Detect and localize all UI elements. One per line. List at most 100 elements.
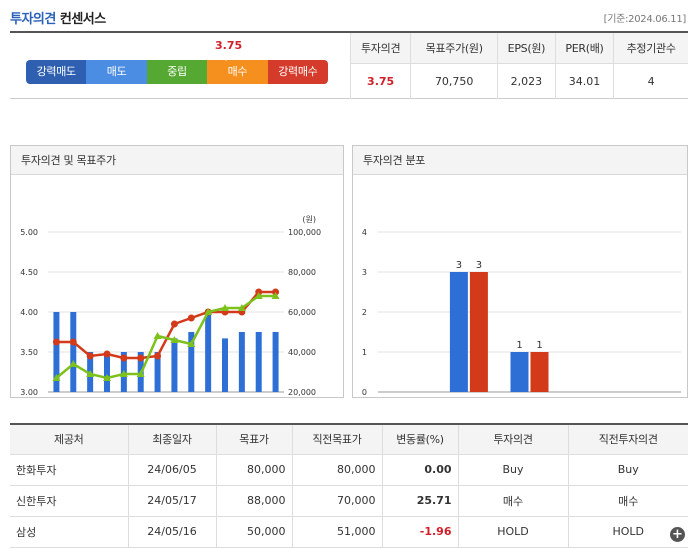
change-cell: 0.00: [381, 454, 458, 486]
target-price-point: [154, 352, 162, 360]
bar-value-label: 1: [536, 340, 542, 351]
gauge-value: 3.75: [215, 39, 243, 52]
opinion-distribution-chart: 43210강력매수매수33중립11매도강력매도현재한달전: [362, 228, 681, 421]
current-bar: [449, 272, 468, 392]
summary-header: EPS(원): [497, 33, 556, 64]
summary-eps: 2,023: [497, 63, 556, 99]
change-cell: -1.96: [381, 516, 458, 548]
panel-title: 투자의견 및 목표주가: [11, 146, 343, 175]
page-header: 투자의견 컨센서스 [기준:2024.06.11]: [0, 0, 690, 32]
date-cell: 24/05/17: [127, 485, 216, 517]
gauge-seg-strong-buy: 강력매수: [267, 60, 329, 84]
opinion-bar: [104, 352, 110, 392]
date-cell: 24/05/16: [127, 516, 216, 548]
opinion-cell: Buy: [457, 454, 568, 486]
broker-header: 변동률(%): [381, 424, 458, 455]
target-price-point: [52, 338, 60, 346]
y-right-tick-label: 100,000: [288, 228, 321, 237]
provider-cell: 삼성: [10, 516, 128, 548]
opinion-target-panel: 투자의견 및 목표주가 5.00 4.50 4.00 3.50 3.00 100,000 8…: [10, 145, 344, 421]
y-left-tick-label: 4.00: [20, 308, 38, 317]
gauge-seg-sell: 매도: [86, 60, 147, 84]
summary-target: 70,750: [410, 63, 498, 99]
target-price-point: [103, 350, 111, 358]
prev-opinion-cell: 매수: [567, 485, 688, 517]
target-price-point: [170, 320, 178, 328]
target-price-point: [86, 352, 94, 360]
opinion-bar: [272, 332, 279, 392]
page-title: 투자의견 컨센서스: [10, 8, 106, 27]
opinion-bar: [171, 338, 178, 392]
y-right-unit-label: (원): [302, 215, 316, 224]
gauge-seg-neutral: 중립: [146, 60, 208, 84]
summary-per: 34.01: [554, 63, 614, 99]
title-part2: 컨센서스: [59, 12, 106, 27]
target-price-point: [137, 354, 145, 362]
broker-header: 직전투자의견: [567, 424, 688, 455]
summary-header: 추정기관수: [613, 33, 688, 64]
opinion-bar: [255, 332, 262, 392]
table-row: 삼성 24/05/16 50,000 51,000 -1.96 HOLD HOLD: [10, 516, 688, 548]
month-ago-bar: [469, 272, 488, 392]
target-cell: 88,000: [215, 485, 292, 517]
broker-header: 최종일자: [127, 424, 216, 455]
y-left-tick-label: 3.50: [20, 348, 38, 357]
broker-header: 직전목표가: [291, 424, 382, 455]
reference-date: [기준:2024.06.11]: [603, 14, 687, 25]
y-left-tick-label: 3.00: [20, 388, 38, 397]
y-tick-label: 1: [362, 348, 367, 357]
table-row: 신한투자 24/05/17 88,000 70,000 25.71 매수 매수: [10, 485, 688, 517]
summary-header: 목표주가(원): [410, 33, 498, 64]
change-cell: 25.71: [381, 485, 458, 517]
y-right-tick-label: 20,000: [288, 388, 316, 397]
y-tick-label: 3: [362, 268, 367, 277]
gauge-seg-strong-sell: 강력매도: [26, 60, 87, 84]
summary-table: 투자의견 목표주가(원) EPS(원) PER(배) 추정기관수 3.75 70…: [349, 33, 688, 99]
prev-target-cell: 51,000: [291, 516, 382, 548]
opinion-bar: [222, 338, 228, 392]
provider-cell: 신한투자: [10, 485, 128, 517]
target-cell: 80,000: [215, 454, 292, 486]
month-ago-bar: [530, 352, 549, 392]
opinion-gauge: 강력매도 매도 중립 매수 강력매수: [26, 60, 329, 84]
y-tick-label: 0: [362, 388, 367, 397]
date-cell: 24/06/05: [127, 454, 216, 486]
broker-header: 제공처: [10, 424, 128, 455]
provider-cell: 한화투자: [10, 454, 128, 486]
summary-header: 투자의견: [349, 33, 411, 64]
y-tick-label: 4: [362, 228, 367, 237]
target-cell: 50,000: [215, 516, 292, 548]
table-row: 한화투자 24/06/05 80,000 80,000 0.00 Buy Buy: [10, 454, 688, 486]
opinion-cell: 매수: [457, 485, 568, 517]
y-left-tick-label: 4.50: [20, 268, 38, 277]
y-right-tick-label: 80,000: [288, 268, 316, 277]
prev-target-cell: 80,000: [291, 454, 382, 486]
broker-table: 제공처 최종일자 목표가 직전목표가 변동률(%) 투자의견 직전투자의견 한화투자 24/0…: [10, 423, 688, 548]
opinion-distribution-panel: 투자의견 분포 43210강력매수매수33중립11매도강력매도현재한달전: [352, 145, 688, 421]
plus-circle-icon[interactable]: +: [670, 527, 685, 542]
opinion-cell: HOLD: [457, 516, 568, 548]
panel-title: 투자의견 분포: [353, 146, 687, 175]
summary-header: PER(배): [554, 33, 614, 64]
summary-opinion: 3.75: [349, 63, 411, 99]
target-price-point: [187, 314, 195, 322]
opinion-target-chart: 5.00 4.50 4.00 3.50 3.00 100,000 80,000 60,000 4…: [20, 215, 321, 421]
broker-header: 목표가: [215, 424, 292, 455]
gauge-seg-buy: 매수: [207, 60, 268, 84]
gauge-marker-icon: [222, 55, 230, 61]
prev-opinion-cell: Buy: [567, 454, 688, 486]
y-right-tick-label: 40,000: [288, 348, 316, 357]
bar-value-label: 1: [516, 340, 522, 351]
summary-count: 4: [613, 63, 688, 99]
bar-value-label: 3: [476, 260, 482, 271]
title-part1: 투자의견: [10, 12, 56, 27]
target-price-point: [69, 338, 77, 346]
y-tick-label: 2: [362, 308, 367, 317]
target-price-point: [120, 354, 128, 362]
current-bar: [510, 352, 529, 392]
y-right-tick-label: 60,000: [288, 308, 316, 317]
consensus-summary: 3.75 강력매도 매도 중립 매수 강력매수 투자의견 목표주가(원) EPS…: [10, 31, 688, 99]
bar-value-label: 3: [456, 260, 462, 271]
opinion-bar: [238, 332, 245, 392]
y-left-tick-label: 5.00: [20, 228, 38, 237]
